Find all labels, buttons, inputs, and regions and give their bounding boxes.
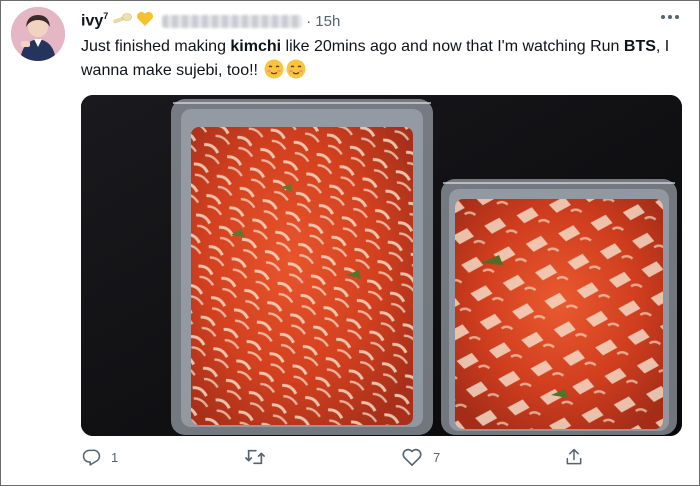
separator-dot: · — [306, 12, 312, 30]
tweet-text-bold: BTS — [623, 38, 656, 55]
like-button[interactable]: 7 — [401, 447, 440, 467]
action-bar: 1 7 — [81, 447, 681, 475]
relieved-face-emoji-icon — [264, 59, 284, 87]
retweet-icon — [245, 449, 265, 465]
reply-count: 1 — [111, 449, 119, 465]
more-icon[interactable] — [661, 9, 679, 25]
retweet-button[interactable] — [244, 447, 276, 467]
yellow-heart-icon — [136, 11, 154, 32]
heart-icon — [402, 448, 422, 466]
author-handle-blurred[interactable] — [162, 14, 303, 28]
share-button[interactable] — [564, 447, 584, 467]
relieved-face-emoji-icon — [286, 59, 306, 87]
timestamp[interactable]: 15h — [315, 13, 340, 30]
tweet-text: Just finished making kimchi like 20mins … — [81, 35, 681, 87]
tweet-text-part: Just finished making — [81, 38, 231, 55]
avatar-image — [11, 7, 65, 61]
reply-icon — [82, 449, 101, 466]
author-name[interactable]: ivy7 — [81, 11, 108, 30]
like-count: 7 — [433, 449, 441, 465]
reply-button[interactable]: 1 — [81, 447, 118, 467]
tweet-header: ivy7 · 15h — [81, 10, 340, 32]
more-dot — [668, 15, 672, 19]
more-dot — [675, 15, 679, 19]
tweet-text-part: like 20mins ago and now that I'm watchin… — [281, 38, 624, 55]
tweet-card: ivy7 · 15h Just finished making kimchi l… — [0, 0, 700, 486]
tweet-text-bold: kimchi — [230, 38, 282, 55]
lightstick-emoji-icon — [112, 12, 133, 31]
tweet-photo[interactable] — [81, 95, 682, 436]
kimchi-photo — [81, 95, 682, 436]
more-dot — [661, 15, 665, 19]
share-icon — [566, 448, 582, 465]
avatar[interactable] — [11, 7, 65, 61]
